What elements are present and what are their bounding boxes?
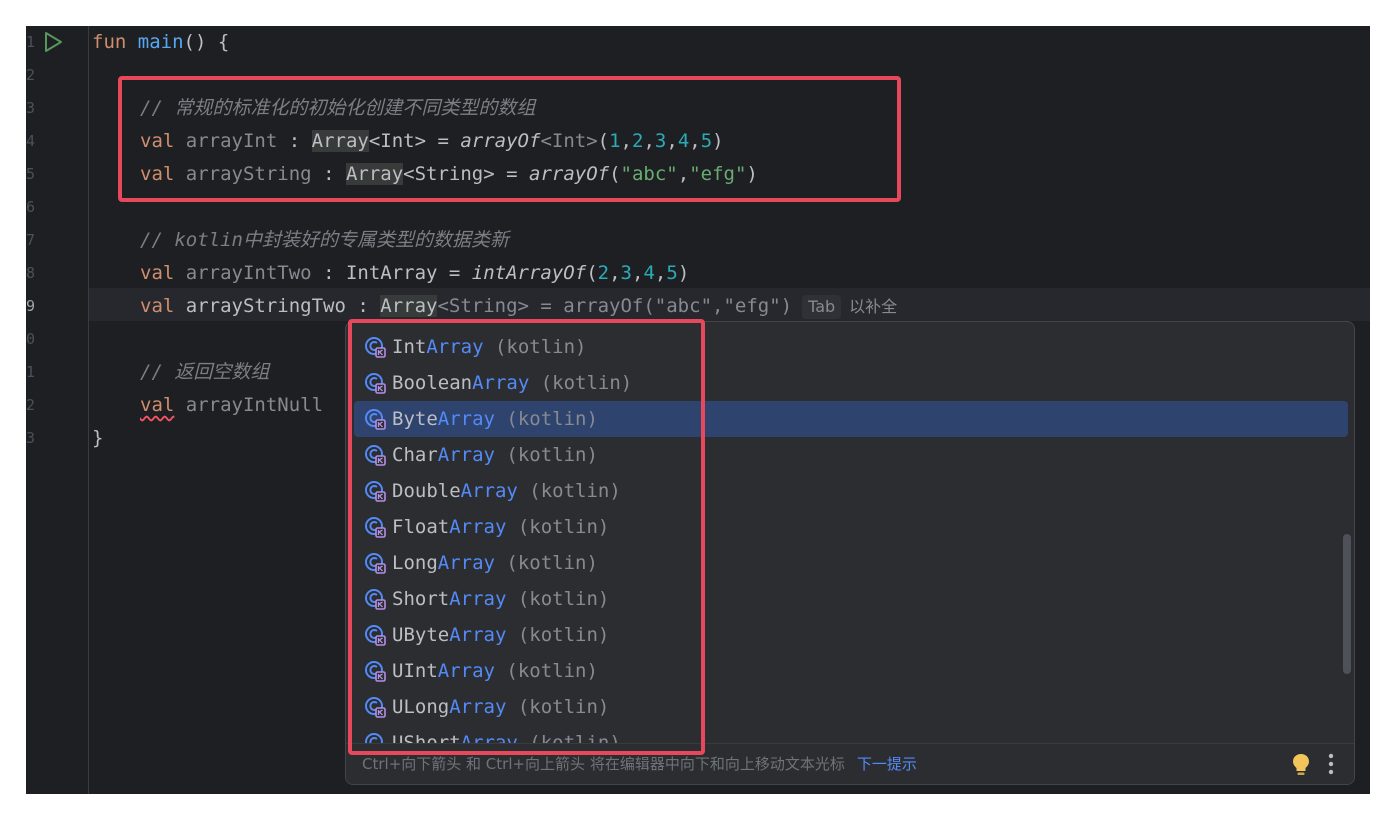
code-text: : [311, 262, 346, 284]
code-line-13[interactable]: } [92, 422, 103, 455]
code-line-12[interactable]: val arrayIntNull [140, 389, 323, 422]
next-tip-link[interactable]: 下一提示 [857, 755, 917, 773]
variable-name: arrayIntNull [185, 394, 324, 416]
comment: // 返回空数组 [140, 361, 270, 383]
keyword-with-error: val [140, 394, 175, 416]
line-number: 2 [26, 66, 36, 84]
line-number: 1 [26, 363, 36, 381]
code-text: } [92, 427, 104, 449]
function-call: intArrayOf [471, 262, 587, 284]
keyword: val [140, 262, 175, 284]
run-icon[interactable] [42, 31, 64, 53]
keyword: val [140, 295, 175, 317]
code-line-7[interactable]: // kotlin中封装好的专属类型的数据类新 [140, 224, 509, 257]
line-number: 6 [26, 198, 36, 216]
keyword: fun [92, 31, 127, 53]
type-name: IntArray [345, 262, 438, 284]
line-number: 5 [26, 165, 36, 183]
line-number: 2 [26, 396, 36, 414]
function-name: main [137, 31, 184, 53]
type-name: Array [380, 295, 438, 317]
tab-hint: 以补全 [849, 297, 898, 316]
code-text: () { [183, 31, 230, 53]
variable-name: arrayIntTwo [185, 262, 312, 284]
line-number: 3 [26, 429, 36, 447]
code-text: ) [677, 262, 690, 284]
tab-key-badge: Tab [802, 295, 842, 319]
line-number-gutter: 1 2 3 4 5 6 7 8 9 0 1 2 3 [26, 26, 89, 794]
footer-hint: Ctrl+向下箭头 和 Ctrl+向上箭头 将在编辑器中向下和向上移动文本光标 [362, 755, 845, 773]
code-line-8[interactable]: val arrayIntTwo : IntArray = intArrayOf(… [140, 257, 689, 290]
code-line-11[interactable]: // 返回空数组 [140, 356, 269, 389]
number: 5 [666, 262, 678, 284]
annotation-box-completion-list [348, 319, 705, 755]
line-number: 3 [26, 99, 36, 117]
comment: // kotlin中封装好的专属类型的数据类新 [140, 229, 509, 251]
line-number-current: 9 [26, 297, 36, 315]
more-options-icon[interactable] [1328, 753, 1334, 775]
annotation-box-standard-init [118, 76, 901, 202]
line-number: 0 [26, 330, 36, 348]
number: 2 [597, 262, 610, 284]
code-text: , [654, 262, 667, 284]
line-number: 7 [26, 231, 36, 249]
lightbulb-icon[interactable] [1292, 753, 1310, 777]
scrollbar[interactable] [1343, 534, 1351, 674]
inline-completion-ghost-text: <String> = arrayOf("abc","efg") [437, 295, 793, 317]
line-number: 4 [26, 132, 36, 150]
code-text: , [632, 262, 644, 284]
number: 4 [643, 262, 655, 284]
line-number: 8 [26, 264, 36, 282]
code-line-1[interactable]: fun main() { [92, 26, 229, 59]
number: 3 [620, 262, 632, 284]
variable-name: arrayStringTwo [185, 295, 346, 317]
code-text: = [437, 262, 472, 284]
code-text: : [345, 295, 381, 317]
line-number: 1 [26, 33, 36, 51]
code-text: , [609, 262, 621, 284]
code-text: ( [586, 262, 598, 284]
